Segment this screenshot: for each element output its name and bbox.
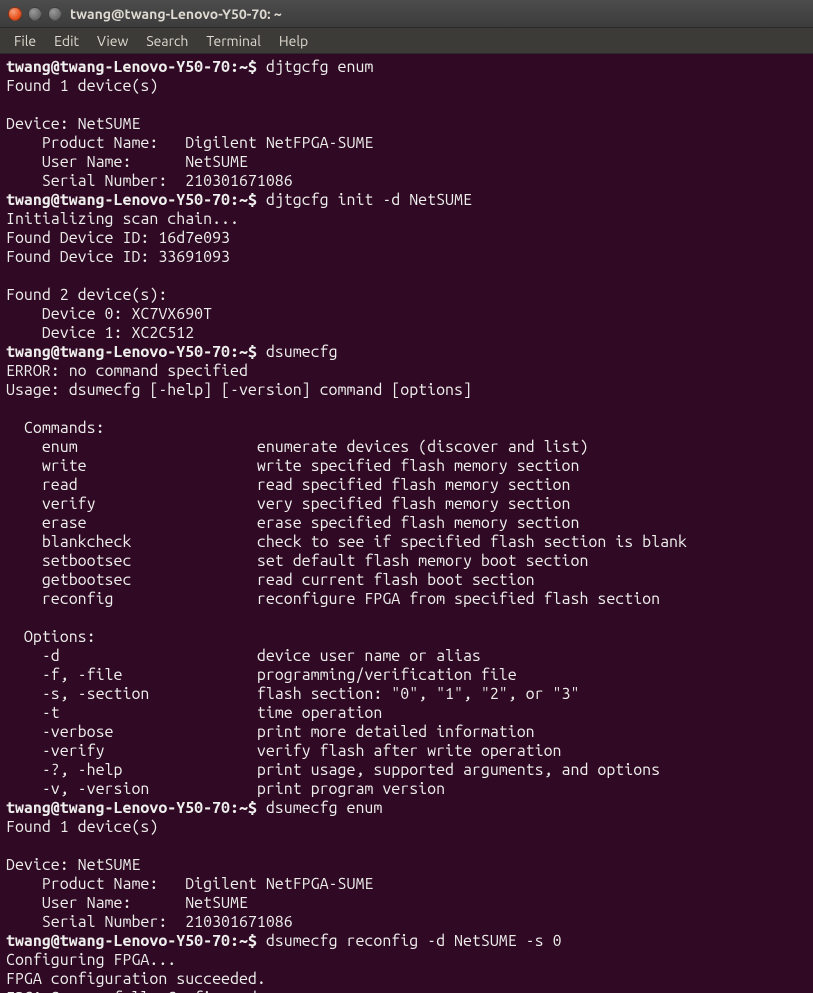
menu-edit[interactable]: Edit (46, 31, 87, 51)
window-title: twang@twang-Lenovo-Y50-70: ~ (70, 6, 282, 22)
window-titlebar: twang@twang-Lenovo-Y50-70: ~ (0, 0, 813, 28)
command-input: dsumecfg enum (266, 799, 382, 817)
command-output: Initializing scan chain... Found Device … (6, 210, 239, 342)
terminal-window: twang@twang-Lenovo-Y50-70: ~ File Edit V… (0, 0, 813, 993)
command-input: dsumecfg reconfig -d NetSUME -s 0 (266, 932, 562, 950)
shell-prompt: twang@twang-Lenovo-Y50-70:~$ (6, 191, 266, 209)
command-output: ERROR: no command specified Usage: dsume… (6, 362, 687, 798)
command-output: Configuring FPGA... FPGA configuration s… (6, 951, 266, 993)
command-input: dsumecfg (266, 343, 338, 361)
menubar: File Edit View Search Terminal Help (0, 28, 813, 54)
menu-view[interactable]: View (89, 31, 136, 51)
menu-terminal[interactable]: Terminal (198, 31, 269, 51)
command-input: djtgcfg enum (266, 58, 374, 76)
menu-search[interactable]: Search (138, 31, 196, 51)
close-icon[interactable] (8, 7, 22, 21)
terminal-body[interactable]: twang@twang-Lenovo-Y50-70:~$ djtgcfg enu… (0, 54, 813, 993)
maximize-icon[interactable] (48, 7, 62, 21)
shell-prompt: twang@twang-Lenovo-Y50-70:~$ (6, 343, 266, 361)
minimize-icon[interactable] (28, 7, 42, 21)
command-input: djtgcfg init -d NetSUME (266, 191, 472, 209)
command-output: Found 1 device(s) Device: NetSUME Produc… (6, 77, 373, 190)
shell-prompt: twang@twang-Lenovo-Y50-70:~$ (6, 932, 266, 950)
window-buttons (8, 7, 62, 21)
command-output: Found 1 device(s) Device: NetSUME Produc… (6, 818, 373, 931)
shell-prompt: twang@twang-Lenovo-Y50-70:~$ (6, 58, 266, 76)
menu-help[interactable]: Help (271, 31, 316, 51)
menu-file[interactable]: File (6, 31, 44, 51)
shell-prompt: twang@twang-Lenovo-Y50-70:~$ (6, 799, 266, 817)
